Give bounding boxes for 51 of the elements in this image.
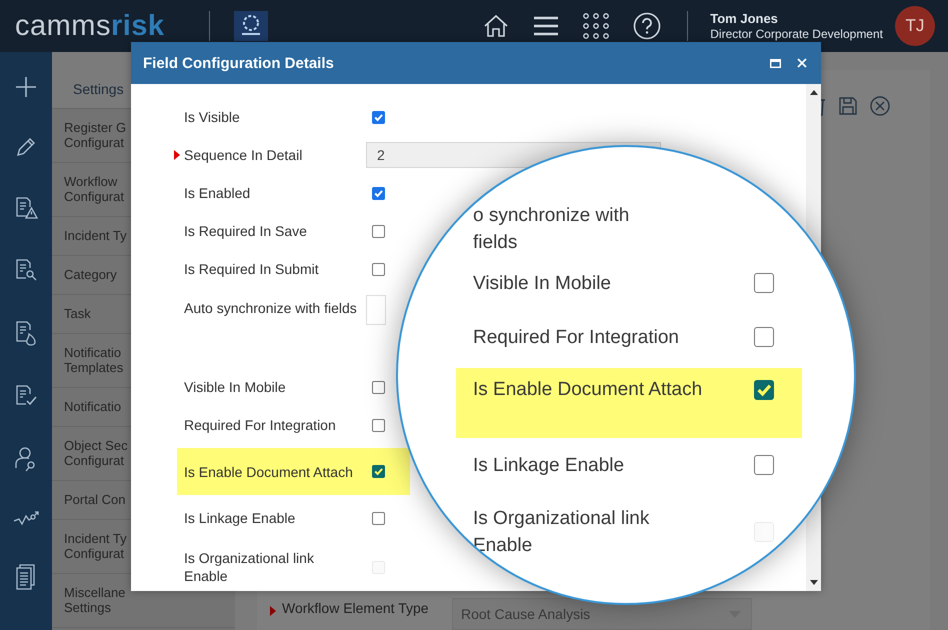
field-label: Is Enable Document Attach: [473, 378, 704, 402]
checkbox[interactable]: [372, 512, 385, 524]
company-logo-icon: [234, 11, 268, 41]
field-label: Required For Integration: [473, 326, 680, 350]
field-label: Visible In Mobile: [473, 272, 612, 296]
checkbox[interactable]: [372, 224, 385, 238]
checkbox[interactable]: [754, 327, 774, 347]
apps-grid-icon[interactable]: [583, 13, 610, 39]
checkbox[interactable]: [372, 186, 385, 200]
field-label: Sequence In Detail: [184, 146, 304, 164]
field-label: o synchronize with fields: [473, 204, 630, 255]
checkbox[interactable]: [372, 110, 385, 124]
home-icon[interactable]: [483, 14, 510, 38]
document-check-icon[interactable]: [14, 384, 38, 408]
dialog-title: Field Configuration Details: [143, 54, 335, 72]
field-label: Is Required In Save: [184, 222, 308, 240]
field-label: Is Required In Submit: [184, 260, 320, 278]
document-warning-icon[interactable]: [14, 196, 38, 220]
field-label: Required For Integration: [184, 416, 337, 434]
field-label: Is Enabled: [184, 184, 252, 202]
input-field[interactable]: [366, 295, 386, 325]
trend-line-icon[interactable]: [13, 510, 39, 526]
field-label: Visible In Mobile: [184, 378, 287, 396]
checkbox[interactable]: [754, 455, 774, 475]
document-icon[interactable]: [15, 564, 37, 590]
menu-icon[interactable]: [533, 16, 560, 36]
document-search-icon[interactable]: [14, 258, 38, 282]
checkbox[interactable]: [372, 262, 385, 276]
checkbox[interactable]: [754, 273, 774, 293]
scroll-up-icon[interactable]: [810, 90, 818, 95]
field-label: Is Linkage Enable: [184, 509, 296, 527]
app-logo: cammsrisk: [15, 10, 165, 42]
checkbox[interactable]: [372, 465, 385, 478]
checkbox[interactable]: [372, 380, 385, 394]
user-avatar[interactable]: TJ: [895, 6, 935, 46]
user-name: Tom Jones: [710, 11, 779, 26]
checkbox[interactable]: [754, 380, 774, 400]
pencil-icon[interactable]: [15, 136, 37, 158]
field-label: Is Enable Document Attach: [184, 462, 354, 480]
checkbox[interactable]: [372, 418, 385, 432]
field-label: Auto synchronize with fields: [184, 299, 358, 317]
close-icon[interactable]: [870, 96, 890, 116]
save-icon[interactable]: [839, 97, 857, 115]
field-label: Is Visible: [184, 108, 241, 126]
plus-icon[interactable]: [15, 76, 37, 98]
help-icon[interactable]: [633, 12, 662, 40]
field-label: Is Linkage Enable: [473, 454, 626, 478]
field-label: Workflow Element Type: [282, 599, 430, 617]
user-role: Director Corporate Development: [710, 27, 883, 41]
maximize-icon[interactable]: [770, 58, 781, 68]
scroll-down-icon[interactable]: [810, 580, 818, 585]
